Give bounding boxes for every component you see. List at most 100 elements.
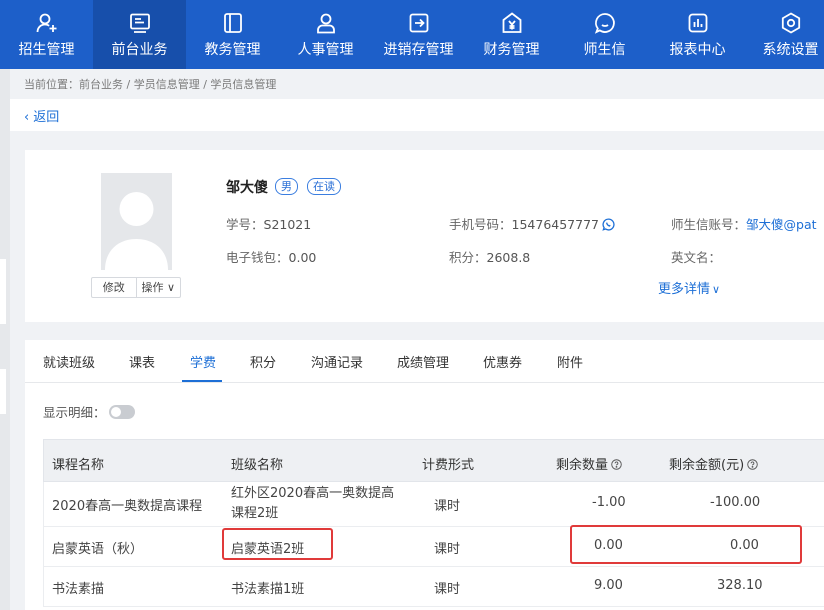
book-icon <box>221 11 245 35</box>
header-remaining-qty: 剩余数量 <box>556 454 622 473</box>
tab-attachments[interactable]: 附件 <box>557 352 583 371</box>
wallet-value: 0.00 <box>288 250 317 265</box>
chevron-down-icon: ∨ <box>163 281 176 294</box>
remaining-qty: -1.00 <box>592 495 626 510</box>
student-number-label: 学号： <box>226 217 264 232</box>
person-icon <box>314 11 338 35</box>
nav-item-hr[interactable]: 人事管理 <box>279 0 372 69</box>
student-name: 邹大傻 <box>226 180 268 196</box>
tab-tuition[interactable]: 学费 <box>190 352 216 371</box>
remaining-amount: -100.00 <box>710 495 761 510</box>
english-name-field: 英文名： <box>671 247 721 266</box>
nav-label: 报表中心 <box>669 42 726 58</box>
nav-label: 人事管理 <box>297 42 354 58</box>
nav-item-settings[interactable]: 系统设置 <box>744 0 824 69</box>
status-badge: 在读 <box>307 178 341 195</box>
back-bar: ‹ 返回 <box>10 99 824 131</box>
header-billing: 计费形式 <box>422 458 475 473</box>
operations-label: 操作 <box>141 281 164 294</box>
tab-bar: 就读班级 课表 学费 积分 沟通记录 成绩管理 优惠券 附件 <box>25 340 824 383</box>
top-navigation: 招生管理 前台业务 教务管理 人事管理 进销存管理 财务管理 师生信 报表中心 … <box>0 0 824 69</box>
english-name-label: 英文名： <box>671 250 722 265</box>
toggle-knob <box>110 406 121 417</box>
remaining-amount: 0.00 <box>730 538 759 553</box>
wallet-field: 电子钱包：0.00 <box>226 247 316 266</box>
nav-label: 师生信 <box>583 42 626 58</box>
table-row: 2020春高一奥数提高课程 红外区2020春高一奥数提高课程2班 课时 -1.0… <box>43 482 824 527</box>
chevron-down-icon: ∨ <box>712 283 721 296</box>
remaining-qty: 9.00 <box>594 578 623 593</box>
chat-icon <box>593 11 617 35</box>
nav-item-reports[interactable]: 报表中心 <box>651 0 744 69</box>
inventory-icon <box>407 11 431 35</box>
show-detail-toggle[interactable] <box>108 404 135 419</box>
course-name: 启蒙英语（秋） <box>52 542 144 557</box>
student-profile-card: 修改 操作 ∨ 邹大傻 男 在读 学号：S21021 手机号码：15476457… <box>25 150 824 322</box>
breadcrumb: 当前位置：前台业务 / 学员信息管理 / 学员信息管理 <box>24 78 277 91</box>
left-panel-block <box>0 259 6 324</box>
operations-dropdown[interactable]: 操作 ∨ <box>135 278 181 297</box>
tab-enrolled-classes[interactable]: 就读班级 <box>43 352 95 371</box>
finance-icon <box>500 11 524 35</box>
left-panel-block <box>0 369 6 414</box>
nav-label: 财务管理 <box>483 42 540 58</box>
table-row: 启蒙英语（秋） 启蒙英语2班 课时 0.00 0.00 <box>43 527 824 567</box>
tab-schedule[interactable]: 课表 <box>129 352 155 371</box>
avatar-actions: 修改 操作 ∨ <box>91 277 181 298</box>
report-icon <box>686 11 710 35</box>
edit-avatar-button[interactable]: 修改 <box>92 278 136 297</box>
class-name: 启蒙英语2班 <box>231 542 305 557</box>
help-icon[interactable] <box>611 459 622 470</box>
help-icon[interactable] <box>747 459 758 470</box>
nav-label: 前台业务 <box>111 42 168 58</box>
course-name: 书法素描 <box>52 582 105 597</box>
phone-label: 手机号码： <box>449 217 512 232</box>
tab-communication[interactable]: 沟通记录 <box>311 352 363 371</box>
tab-grades[interactable]: 成绩管理 <box>397 352 449 371</box>
gear-icon <box>779 11 803 35</box>
class-name: 书法素描1班 <box>231 582 305 597</box>
nav-item-inventory[interactable]: 进销存管理 <box>372 0 465 69</box>
nav-item-front-desk[interactable]: 前台业务 <box>93 0 186 69</box>
header-remaining-qty-label: 剩余数量 <box>556 458 609 473</box>
active-tab-indicator <box>182 380 222 382</box>
show-detail-label: 显示明细： <box>43 405 106 420</box>
header-course: 课程名称 <box>52 458 105 473</box>
student-detail-section: 就读班级 课表 学费 积分 沟通记录 成绩管理 优惠券 附件 显示明细： 课程名… <box>25 340 824 610</box>
show-detail-row: 显示明细： <box>43 402 135 421</box>
nav-item-academic[interactable]: 教务管理 <box>186 0 279 69</box>
phone-value: 15476457777 <box>511 217 599 232</box>
phone-field: 手机号码：15476457777 <box>449 214 615 233</box>
student-number-field: 学号：S21021 <box>226 214 311 233</box>
header-remaining-amount-label: 剩余金额(元) <box>669 458 745 473</box>
student-number-value: S21021 <box>263 217 312 232</box>
points-field: 积分：2608.8 <box>449 247 530 266</box>
header-class: 班级名称 <box>231 458 284 473</box>
tab-points[interactable]: 积分 <box>250 352 276 371</box>
user-plus-icon <box>35 11 59 35</box>
tuition-table: 课程名称 班级名称 计费形式 剩余数量 剩余金额(元) 2020春高一奥数提高课… <box>43 439 824 607</box>
tab-coupons[interactable]: 优惠券 <box>483 352 522 371</box>
nav-label: 进销存管理 <box>383 42 454 58</box>
avatar <box>101 173 172 270</box>
gender-badge: 男 <box>275 178 298 195</box>
nav-item-enrollment[interactable]: 招生管理 <box>0 0 93 69</box>
back-label: 返回 <box>33 110 60 125</box>
points-value: 2608.8 <box>486 250 531 265</box>
account-field: 师生信账号：邹大傻@pat <box>671 214 817 233</box>
back-button[interactable]: ‹ 返回 <box>24 106 59 125</box>
phone-chat-icon[interactable] <box>602 218 615 231</box>
remaining-qty: 0.00 <box>594 538 623 553</box>
nav-label: 系统设置 <box>762 42 819 58</box>
chevron-left-icon: ‹ <box>24 110 30 125</box>
nav-item-messenger[interactable]: 师生信 <box>558 0 651 69</box>
nav-item-finance[interactable]: 财务管理 <box>465 0 558 69</box>
table-row: 书法素描 书法素描1班 课时 9.00 328.10 <box>43 567 824 607</box>
account-link[interactable]: 邹大傻@pat <box>746 217 817 232</box>
more-details-link[interactable]: 更多详情 ∨ <box>658 278 720 297</box>
course-name: 2020春高一奥数提高课程 <box>52 499 203 514</box>
monitor-icon <box>128 11 152 35</box>
nav-label: 教务管理 <box>204 42 261 58</box>
more-details-label: 更多详情 <box>658 282 711 297</box>
class-name: 红外区2020春高一奥数提高课程2班 <box>231 486 395 521</box>
